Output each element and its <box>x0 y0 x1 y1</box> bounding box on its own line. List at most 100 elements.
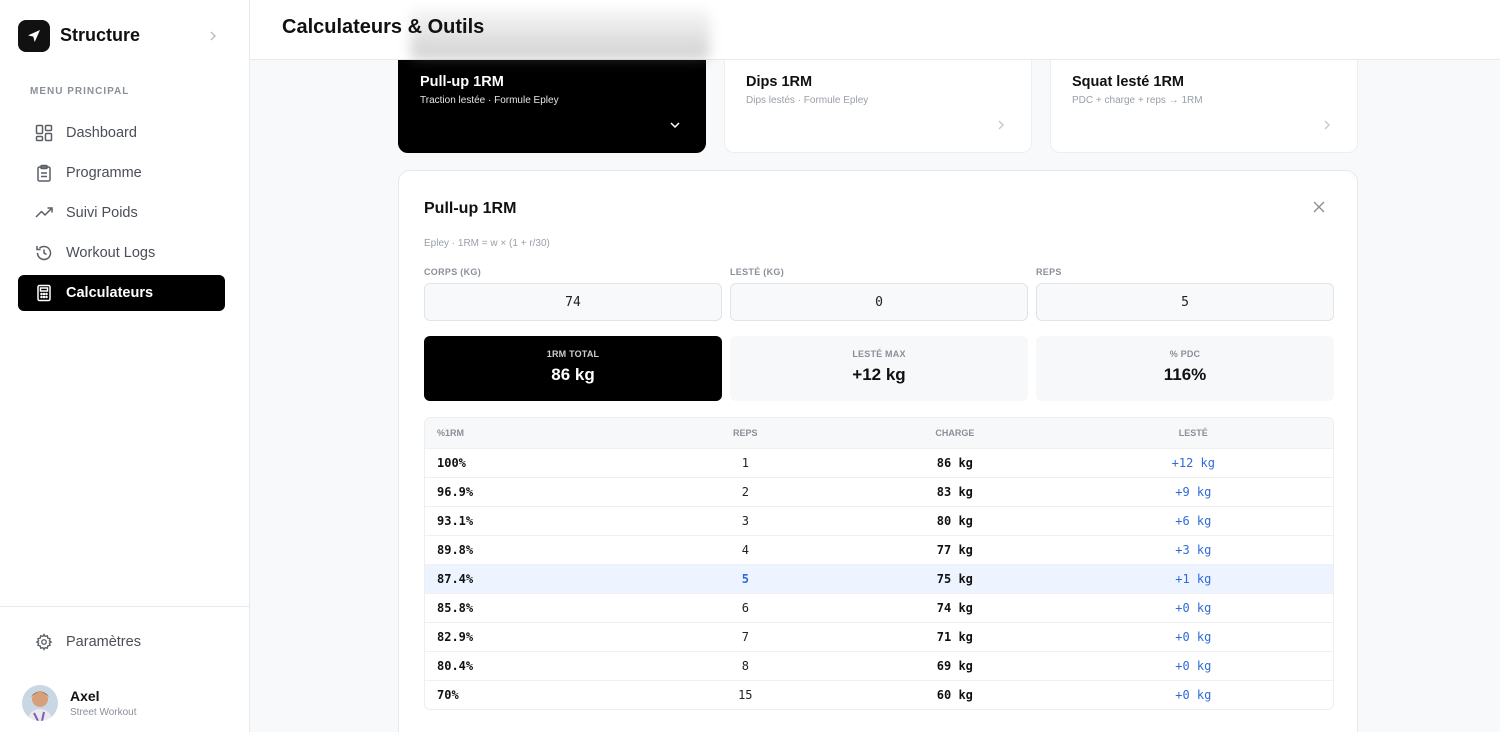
calculator-panel: Pull-up 1RM Epley · 1RM = w × (1 + r/30)… <box>398 170 1358 732</box>
stat-1rm-total: 1RM TOTAL 86 kg <box>424 336 722 401</box>
cell-leste: +1 kg <box>1175 572 1212 586</box>
cell-charge: 77 kg <box>936 543 973 557</box>
cell-pct: 96.9% <box>437 485 474 499</box>
close-icon <box>1313 200 1325 218</box>
sidebar-item-suivi-poids[interactable]: Suivi Poids <box>18 195 225 231</box>
field-corps: CORPS (KG) <box>424 267 722 321</box>
cell-reps: 3 <box>741 514 749 528</box>
settings-label: Paramètres <box>66 634 141 650</box>
stat-pct-pdc: % PDC 116% <box>1036 336 1334 401</box>
cell-pct: 93.1% <box>437 514 474 528</box>
cell-pct: 100% <box>437 456 466 470</box>
column-header: CHARGE <box>935 428 975 438</box>
calculator-icon <box>34 283 54 303</box>
navigation-arrow-icon <box>18 19 50 52</box>
sidebar: Structure MENU PRINCIPAL Dashboard Progr… <box>0 0 250 732</box>
cell-reps: 2 <box>741 485 749 499</box>
cell-leste: +0 kg <box>1175 659 1212 673</box>
cell-charge: 80 kg <box>936 514 973 528</box>
user-name: Axel <box>70 688 100 704</box>
table-row[interactable]: 70% 15 60 kg +0 kg <box>425 680 1333 709</box>
stat-label: 1RM TOTAL <box>546 349 600 359</box>
cell-leste: +3 kg <box>1175 543 1212 557</box>
cell-reps: 8 <box>741 659 749 673</box>
field-label: REPS <box>1036 267 1062 277</box>
table-row[interactable]: 89.8% 4 77 kg +3 kg <box>425 535 1333 564</box>
cell-reps: 15 <box>738 688 753 702</box>
cell-charge: 83 kg <box>936 485 973 499</box>
avatar <box>22 685 58 721</box>
sidebar-item-label: Dashboard <box>66 125 137 141</box>
field-leste: LESTÉ (KG) <box>730 267 1028 321</box>
sidebar-item-dashboard[interactable]: Dashboard <box>18 115 225 151</box>
cell-pct: 80.4% <box>437 659 474 673</box>
rm-table: %1RM REPS CHARGE LESTÉ 100% 1 86 kg +12 … <box>424 417 1334 710</box>
sidebar-item-programme[interactable]: Programme <box>18 155 225 191</box>
table-row[interactable]: 85.8% 6 74 kg +0 kg <box>425 593 1333 622</box>
table-row[interactable]: 100% 1 86 kg +12 kg <box>425 448 1333 477</box>
sidebar-footer: Paramètres Axel Street Workout <box>0 606 250 732</box>
cell-leste: +0 kg <box>1175 688 1212 702</box>
page-title: Calculateurs & Outils <box>282 16 485 38</box>
cell-pct: 70% <box>437 688 459 702</box>
sidebar-item-parametres[interactable]: Paramètres <box>18 624 225 660</box>
trending-up-icon <box>34 203 54 223</box>
field-label: LESTÉ (KG) <box>730 267 784 277</box>
cell-pct: 82.9% <box>437 630 474 644</box>
panel-title: Pull-up 1RM <box>424 200 517 217</box>
column-header: LESTÉ <box>1178 428 1208 438</box>
formula-text: Epley · 1RM = w × (1 + r/30) <box>424 238 550 249</box>
cell-reps: 4 <box>741 543 749 557</box>
gear-icon <box>34 632 54 652</box>
main-nav: Dashboard Programme Suivi Poids Workout … <box>18 115 225 315</box>
stat-label: LESTÉ MAX <box>852 349 906 359</box>
brand-switcher[interactable]: Structure <box>18 19 230 52</box>
sidebar-item-label: Workout Logs <box>66 245 156 261</box>
card-subtitle: Traction lestée · Formule Epley <box>420 95 559 106</box>
card-subtitle: PDC + charge + reps → 1RM <box>1072 95 1203 106</box>
cell-charge: 71 kg <box>936 630 973 644</box>
card-title: Squat lesté 1RM <box>1072 74 1184 90</box>
chevron-right-icon <box>208 28 218 44</box>
column-header: REPS <box>733 428 758 438</box>
column-header: %1RM <box>437 428 465 438</box>
chevron-right-icon <box>995 119 1007 134</box>
cell-pct: 87.4% <box>437 572 474 586</box>
reps-input[interactable] <box>1036 283 1334 321</box>
cell-leste: +12 kg <box>1171 456 1215 470</box>
corps-input[interactable] <box>424 283 722 321</box>
stat-leste-max: LESTÉ MAX +12 kg <box>730 336 1028 401</box>
dashboard-grid-icon <box>34 123 54 143</box>
user-profile[interactable]: Axel Street Workout <box>22 685 137 721</box>
stat-label: % PDC <box>1169 349 1201 359</box>
cell-leste: +6 kg <box>1175 514 1212 528</box>
sidebar-item-label: Calculateurs <box>66 285 154 301</box>
table-row[interactable]: 93.1% 3 80 kg +6 kg <box>425 506 1333 535</box>
leste-input[interactable] <box>730 283 1028 321</box>
cell-leste: +9 kg <box>1175 485 1212 499</box>
cell-charge: 69 kg <box>936 659 973 673</box>
table-row[interactable]: 80.4% 8 69 kg +0 kg <box>425 651 1333 680</box>
card-title: Pull-up 1RM <box>420 74 504 90</box>
cell-charge: 86 kg <box>936 456 973 470</box>
sidebar-item-workout-logs[interactable]: Workout Logs <box>18 235 225 271</box>
sidebar-item-calculateurs[interactable]: Calculateurs <box>18 275 225 311</box>
chevron-down-icon <box>669 119 681 134</box>
stat-value: 116% <box>1163 365 1207 384</box>
clipboard-icon <box>34 163 54 183</box>
stat-value: 86 kg <box>551 365 595 384</box>
cell-reps: 6 <box>741 601 749 615</box>
history-icon <box>34 243 54 263</box>
user-subtitle: Street Workout <box>70 707 137 718</box>
cell-charge: 74 kg <box>936 601 973 615</box>
close-button[interactable] <box>1311 201 1327 217</box>
sidebar-item-label: Suivi Poids <box>66 205 138 221</box>
table-row[interactable]: 82.9% 7 71 kg +0 kg <box>425 622 1333 651</box>
cell-pct: 89.8% <box>437 543 474 557</box>
menu-section-title: MENU PRINCIPAL <box>30 86 130 97</box>
table-row-current[interactable]: 87.4% 5 75 kg +1 kg <box>425 564 1333 593</box>
cell-pct: 85.8% <box>437 601 474 615</box>
table-row[interactable]: 96.9% 2 83 kg +9 kg <box>425 477 1333 506</box>
card-title: Dips 1RM <box>746 74 813 90</box>
card-subtitle: Dips lestés · Formule Epley <box>746 95 869 106</box>
